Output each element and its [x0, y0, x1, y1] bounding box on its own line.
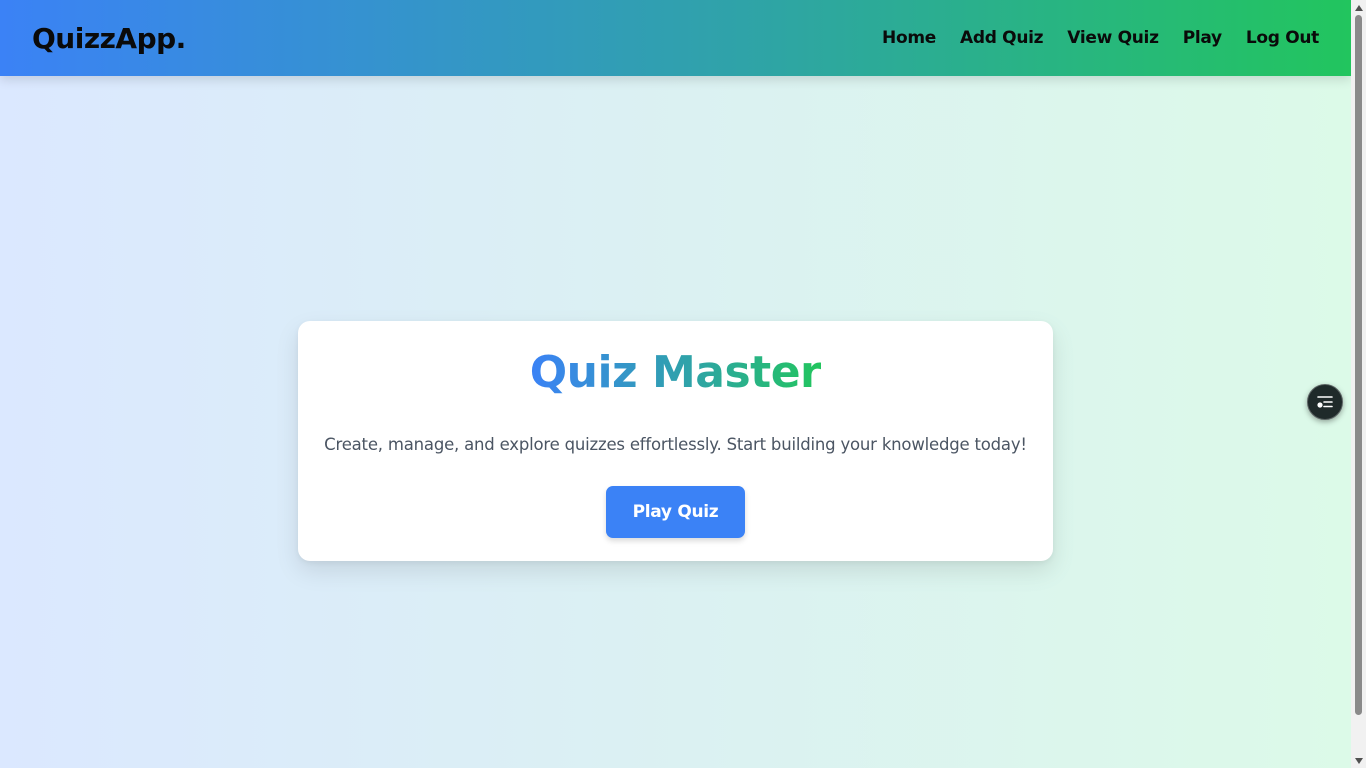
floating-action-button[interactable] — [1307, 384, 1343, 420]
hero-title: Quiz Master — [530, 345, 822, 401]
brand-logo[interactable]: QuizzApp. — [32, 22, 186, 55]
nav-link-add-quiz[interactable]: Add Quiz — [960, 28, 1044, 48]
navbar: QuizzApp. Home Add Quiz View Quiz Play L… — [0, 0, 1351, 76]
nav-link-play[interactable]: Play — [1183, 28, 1222, 48]
nav-link-log-out[interactable]: Log Out — [1246, 28, 1319, 48]
hero-subtitle: Create, manage, and explore quizzes effo… — [324, 435, 1027, 454]
playlist-icon — [1317, 396, 1333, 408]
scroll-up-arrow-icon[interactable] — [1351, 0, 1366, 15]
nav-link-home[interactable]: Home — [882, 28, 936, 48]
scrollbar-thumb[interactable] — [1355, 15, 1362, 715]
play-quiz-button[interactable]: Play Quiz — [606, 486, 745, 538]
vertical-scrollbar[interactable] — [1351, 0, 1366, 768]
nav-link-view-quiz[interactable]: View Quiz — [1067, 28, 1159, 48]
page: QuizzApp. Home Add Quiz View Quiz Play L… — [0, 0, 1351, 768]
nav-links: Home Add Quiz View Quiz Play Log Out — [882, 28, 1319, 48]
hero-card: Quiz Master Create, manage, and explore … — [298, 321, 1053, 561]
scroll-down-arrow-icon[interactable] — [1351, 753, 1366, 768]
